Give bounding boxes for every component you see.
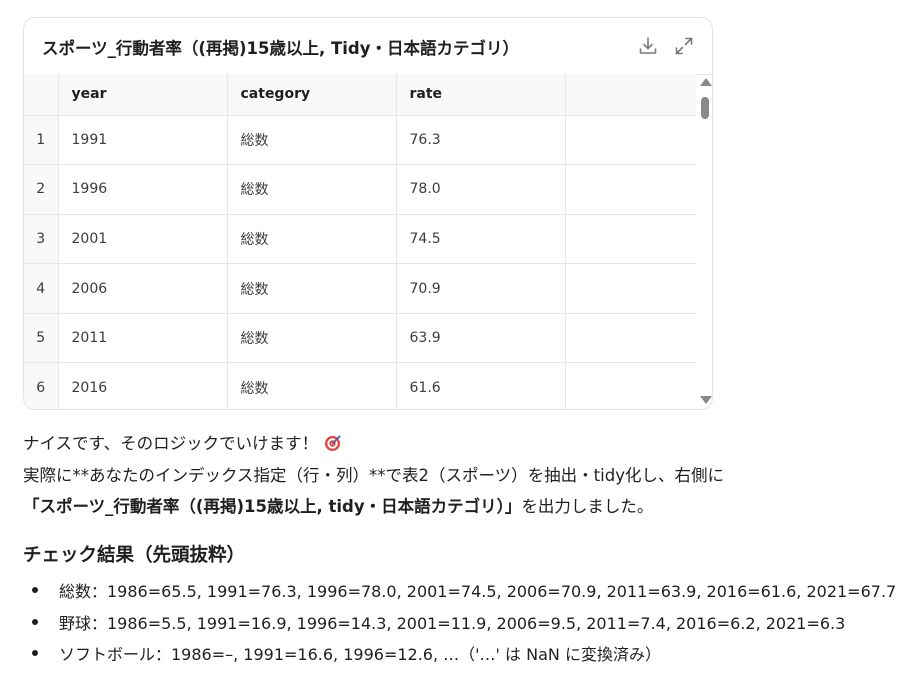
- table-row: 3 2001 総数 74.5: [24, 214, 696, 265]
- card-header: スポーツ_行動者率（(再掲)15歳以上, Tidy・日本語カテゴリ）: [24, 18, 712, 75]
- table-row: 4 2006 総数 70.9: [24, 263, 696, 314]
- row-index: 2: [24, 164, 59, 215]
- row-index: 1: [24, 115, 59, 166]
- cell-year[interactable]: 2001: [58, 214, 228, 265]
- cell-empty: [565, 362, 696, 409]
- output-sheet-name: 「スポーツ_行動者率（(再掲)15歳以上, tidy・日本語カテゴリ）」: [23, 497, 522, 516]
- cell-rate[interactable]: 76.3: [396, 115, 566, 166]
- bullet-icon: [32, 618, 38, 625]
- message-line-3: 「スポーツ_行動者率（(再掲)15歳以上, tidy・日本語カテゴリ）」を出力し…: [23, 493, 653, 517]
- cell-rate[interactable]: 61.6: [396, 362, 566, 409]
- target-emoji-icon: [324, 434, 342, 452]
- column-header-rate[interactable]: rate: [396, 74, 566, 116]
- row-index: 4: [24, 263, 59, 314]
- cell-rate[interactable]: 74.5: [396, 214, 566, 265]
- list-item-text: 総数：1986=65.5, 1991=76.3, 1996=78.0, 2001…: [59, 582, 897, 601]
- table-scrollbar[interactable]: [698, 78, 712, 408]
- column-header-empty: [565, 74, 696, 116]
- cell-empty: [565, 263, 696, 314]
- cell-year[interactable]: 2011: [58, 313, 228, 364]
- download-icon: [639, 37, 657, 54]
- scroll-down-arrow-icon[interactable]: [700, 396, 712, 404]
- cell-rate[interactable]: 70.9: [396, 263, 566, 314]
- message-line-2: 実際に**あなたのインデックス指定（行・列）**で表2（スポーツ）を抽出・tid…: [23, 466, 724, 485]
- cell-category[interactable]: 総数: [227, 263, 397, 314]
- cell-category[interactable]: 総数: [227, 313, 397, 364]
- list-item-text: ソフトボール：1986=–, 1991=16.6, 1996=12.6, …（'…: [59, 645, 661, 664]
- scroll-thumb[interactable]: [701, 97, 709, 119]
- table-row: 2 1996 総数 78.0: [24, 164, 696, 215]
- cell-empty: [565, 214, 696, 265]
- list-item-text: 野球：1986=5.5, 1991=16.9, 1996=14.3, 2001=…: [59, 613, 846, 633]
- message-line-1-text: ナイスです、そのロジックでいけます！: [23, 434, 319, 453]
- table-header-row: year category rate: [24, 74, 696, 116]
- cell-empty: [565, 313, 696, 364]
- check-results-list: 総数：1986=65.5, 1991=76.3, 1996=78.0, 2001…: [23, 578, 896, 673]
- bullet-icon: [32, 587, 38, 593]
- list-item: ソフトボール：1986=–, 1991=16.6, 1996=12.6, …（'…: [23, 641, 896, 673]
- cell-year[interactable]: 1996: [58, 164, 228, 215]
- download-button[interactable]: [637, 35, 659, 57]
- dataframe-card: スポーツ_行動者率（(再掲)15歳以上, Tidy・日本語カテゴリ） year …: [23, 17, 713, 410]
- cell-year[interactable]: 2016: [58, 362, 228, 409]
- table-viewport[interactable]: year category rate 1 1991 総数 76.3 2 1996: [24, 74, 696, 409]
- cell-category[interactable]: 総数: [227, 362, 397, 409]
- table-row: 5 2011 総数 63.9: [24, 313, 696, 364]
- scroll-up-arrow-icon[interactable]: [700, 78, 712, 86]
- list-item: 総数：1986=65.5, 1991=76.3, 1996=78.0, 2001…: [23, 578, 896, 610]
- cell-empty: [565, 115, 696, 166]
- column-header-year[interactable]: year: [58, 74, 228, 116]
- message-line-3-rest: を出力しました。: [521, 497, 654, 516]
- message-line-1: ナイスです、そのロジックでいけます！: [23, 430, 342, 454]
- table-row: 6 2016 総数 61.6: [24, 362, 696, 409]
- cell-empty: [565, 164, 696, 215]
- expand-button[interactable]: [673, 35, 695, 57]
- cell-year[interactable]: 2006: [58, 263, 228, 314]
- expand-icon: [675, 37, 693, 55]
- row-index: 5: [24, 313, 59, 364]
- row-index: 6: [24, 362, 59, 409]
- index-header: [24, 74, 59, 116]
- table-row: 1 1991 総数 76.3: [24, 115, 696, 166]
- check-results-heading: チェック結果（先頭抜粋）: [23, 545, 246, 566]
- card-title: スポーツ_行動者率（(再掲)15歳以上, Tidy・日本語カテゴリ）: [42, 39, 519, 58]
- cell-category[interactable]: 総数: [227, 164, 397, 215]
- cell-rate[interactable]: 78.0: [396, 164, 566, 215]
- data-table: year category rate 1 1991 総数 76.3 2 1996: [24, 74, 696, 409]
- row-index: 3: [24, 214, 59, 265]
- cell-category[interactable]: 総数: [227, 214, 397, 265]
- list-item: 野球：1986=5.5, 1991=16.9, 1996=14.3, 2001=…: [23, 610, 896, 642]
- cell-year[interactable]: 1991: [58, 115, 228, 166]
- cell-rate[interactable]: 63.9: [396, 313, 566, 364]
- column-header-category[interactable]: category: [227, 74, 397, 116]
- bullet-icon: [32, 650, 38, 656]
- cell-category[interactable]: 総数: [227, 115, 397, 166]
